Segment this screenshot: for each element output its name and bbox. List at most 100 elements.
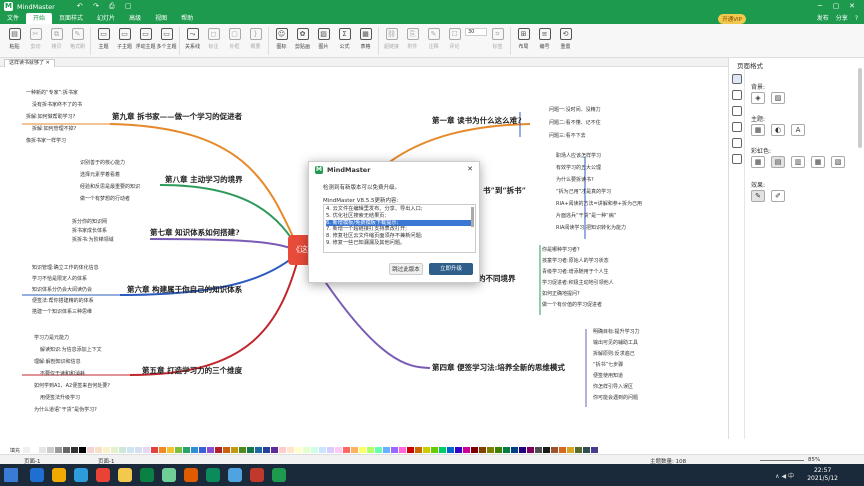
minimize-icon[interactable]: ─ (812, 0, 828, 13)
menu-page-style[interactable]: 页面样式 (52, 13, 90, 24)
ribbon-button-1[interactable]: ✂ 剪切 (25, 24, 46, 50)
palette-swatch[interactable] (479, 447, 487, 453)
picture-background-icon[interactable]: ▨ (771, 92, 785, 104)
zoom-slider[interactable] (760, 460, 804, 461)
palette-swatch[interactable] (39, 447, 47, 453)
subtopic-ch2-6[interactable]: RIA阅读学习:把知识转化为能力 (556, 225, 626, 231)
menu-slides[interactable]: 幻灯片 (90, 13, 122, 24)
palette-swatch[interactable] (551, 447, 559, 453)
subtopic-ch9-3[interactable]: 拆解:如何管理不掉? (32, 126, 76, 132)
palette-swatch[interactable] (295, 447, 303, 453)
branch-topic-0[interactable]: 第九章 拆书家——做一个学习的促进者 (112, 111, 242, 122)
hand-drawn-off-icon[interactable]: ✎ (751, 190, 765, 202)
palette-swatch[interactable] (519, 447, 527, 453)
ribbon-button-23[interactable]: ≡ 编号 (534, 24, 555, 50)
taskbar-app-icon[interactable] (228, 468, 242, 482)
palette-swatch[interactable] (303, 447, 311, 453)
icon-library-icon[interactable] (731, 106, 742, 116)
subtopic-ch2-2[interactable]: 为什么要拆读书? (556, 177, 594, 183)
palette-swatch[interactable] (495, 447, 503, 453)
publish-button[interactable]: 发布 (817, 13, 829, 24)
palette-swatch[interactable] (311, 447, 319, 453)
branch-topic-4[interactable]: 第五章 打造学习力的三个维度 (142, 365, 242, 376)
rainbow-option-3[interactable]: ▥ (791, 156, 805, 168)
palette-swatch[interactable] (119, 447, 127, 453)
subtopic-ch5-2[interactable]: 理解:解剖知识和信息 (34, 359, 81, 365)
vip-button[interactable]: 开通VIP (718, 14, 746, 24)
page-format-icon[interactable] (731, 74, 742, 84)
ribbon-button-21[interactable]: ⌗ 标签 (487, 24, 508, 50)
palette-swatch[interactable] (511, 447, 519, 453)
palette-swatch[interactable] (223, 447, 231, 453)
palette-swatch[interactable] (247, 447, 255, 453)
palette-swatch[interactable] (231, 447, 239, 453)
ribbon-button-11[interactable]: } 概要 (245, 24, 266, 50)
notes-scrollbar[interactable] (471, 207, 474, 227)
taskbar-app-icon[interactable] (74, 468, 88, 482)
menu-advanced[interactable]: 高级 (122, 13, 148, 24)
taskbar-app-icon[interactable] (184, 468, 198, 482)
branch-topic-8[interactable]: 第四章 便签学习法:培养全新的思维模式 (432, 362, 565, 373)
palette-swatch[interactable] (151, 447, 159, 453)
taskbar-app-icon[interactable] (118, 468, 132, 482)
taskbar-app-icon[interactable] (206, 468, 220, 482)
subtopic-ch4-1[interactable]: 输出可见的辅助工具 (593, 340, 638, 346)
ribbon-button-0[interactable]: ▤ 粘贴 (4, 24, 25, 50)
ribbon-button-22[interactable]: ⊞ 布局 (513, 24, 534, 50)
palette-swatch[interactable] (167, 447, 175, 453)
theme-font-icon[interactable]: A (791, 124, 805, 136)
ribbon-button-19[interactable]: ✎ 注释 (423, 24, 444, 50)
theme-icon[interactable]: ▦ (751, 124, 765, 136)
palette-swatch[interactable] (583, 447, 591, 453)
subtopic-ch3-0[interactable]: 你是哪种学习者? (542, 247, 580, 253)
menu-help[interactable]: 帮助 (174, 13, 200, 24)
ribbon-button-8[interactable]: ⤳ 关系线 (182, 24, 203, 50)
taskbar-app-icon[interactable] (272, 468, 286, 482)
palette-swatch[interactable] (263, 447, 271, 453)
ribbon-button-16[interactable]: ▦ 表格 (355, 24, 376, 50)
subtopic-ch2-4[interactable]: RIA+阅读的方法=讲解和参+拆为己用 (556, 201, 642, 207)
taskbar-clock[interactable]: 22:57 2021/5/12 (807, 467, 838, 483)
font-size-box[interactable]: 30 (465, 28, 487, 36)
subtopic-ch9-0[interactable]: 一种新的“专家”:拆书家 (26, 90, 78, 96)
palette-swatch[interactable] (287, 447, 295, 453)
subtopic-ch8-2[interactable]: 经验和反思是最重要的知识 (80, 184, 140, 190)
subtopic-ch6-3[interactable]: 便签法:帮你搭建精的的体系 (32, 298, 94, 304)
palette-swatch[interactable] (87, 447, 95, 453)
palette-swatch[interactable] (271, 447, 279, 453)
rainbow-option-2[interactable]: ▤ (771, 156, 785, 168)
subtopic-ch6-0[interactable]: 知识管理:确立工作的体化信息 (32, 265, 99, 271)
zoom-level[interactable]: 85% (808, 457, 820, 463)
help-button[interactable]: ? (855, 13, 858, 24)
palette-swatch[interactable] (543, 447, 551, 453)
palette-swatch[interactable] (383, 447, 391, 453)
ribbon-button-9[interactable]: ◻ 标注 (203, 24, 224, 50)
ribbon-button-4[interactable]: ▭ 主题 (93, 24, 114, 50)
subtopic-ch4-3[interactable]: “拆书”七步骤 (593, 362, 623, 368)
ribbon-button-14[interactable]: ▨ 图片 (313, 24, 334, 50)
palette-swatch[interactable] (463, 447, 471, 453)
palette-swatch[interactable] (127, 447, 135, 453)
subtopic-ch7-2[interactable]: 拆拆书:为阶梯领域 (72, 237, 114, 243)
ribbon-button-3[interactable]: ✎ 格式刷 (67, 24, 88, 50)
palette-swatch[interactable] (199, 447, 207, 453)
task-icon[interactable] (731, 154, 742, 164)
ribbon-button-20[interactable]: ☐ 评论 (444, 24, 465, 50)
subtopic-ch6-1[interactable]: 学习不恰是限定人的体系 (32, 276, 87, 282)
menu-start[interactable]: 开始 (26, 13, 53, 24)
palette-swatch[interactable] (359, 447, 367, 453)
palette-swatch[interactable] (351, 447, 359, 453)
palette-swatch[interactable] (503, 447, 511, 453)
start-button-icon[interactable] (4, 468, 18, 482)
palette-swatch[interactable] (31, 447, 39, 453)
dialog-close-icon[interactable]: ✕ (467, 165, 473, 173)
subtopic-ch8-0[interactable]: 识别善于的核心能力 (80, 160, 125, 166)
subtopic-ch8-3[interactable]: 做一个有梦想的行动者 (80, 196, 130, 202)
ribbon-button-17[interactable]: ⛓ 超链接 (381, 24, 402, 50)
subtopic-ch4-4[interactable]: 便签使用知道 (593, 373, 623, 379)
branch-topic-6[interactable]: 书”到“拆书” (483, 185, 526, 196)
branch-topic-1[interactable]: 第八章 主动学习的境界 (165, 174, 243, 185)
palette-swatch[interactable] (447, 447, 455, 453)
branch-topic-5[interactable]: 第一章 读书为什么这么难? (432, 115, 522, 126)
ribbon-button-18[interactable]: ⎘ 附件 (402, 24, 423, 50)
